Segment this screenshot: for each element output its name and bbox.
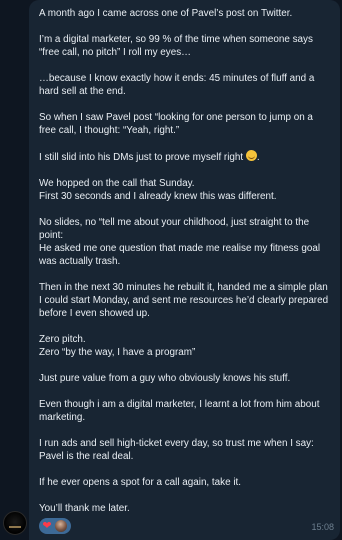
reactor-avatar xyxy=(55,520,67,532)
message-paragraph-10: Just pure value from a guy who obviously… xyxy=(39,373,291,384)
message-paragraph-8: Then in the next 30 minutes he rebuilt i… xyxy=(39,282,329,319)
message-paragraph-7: No slides, no “tell me about your childh… xyxy=(39,217,321,267)
message-footer: ❤ 15:08 xyxy=(39,518,334,534)
message-paragraph-1: A month ago I came across one of Pavel’s… xyxy=(39,8,293,19)
message-paragraph-2: I’m a digital marketer, so 99 % of the t… xyxy=(39,34,313,58)
message-paragraph-3: …because I know exactly how it ends: 45 … xyxy=(39,73,315,97)
smirk-emoji-icon xyxy=(245,150,257,161)
message-paragraph-6: We hopped on the call that Sunday. First… xyxy=(39,178,277,202)
message-paragraph-9: Zero pitch. Zero “by the way, I have a p… xyxy=(39,334,196,358)
avatar-logo-mark xyxy=(9,526,21,528)
message-paragraph-13: If he ever opens a spot for a call again… xyxy=(39,477,242,488)
message-paragraph-4: So when I saw Pavel post “looking for on… xyxy=(39,112,313,136)
message-bubble[interactable]: A month ago I came across one of Pavel’s… xyxy=(29,0,340,540)
message-timestamp: 15:08 xyxy=(311,522,334,532)
sender-avatar[interactable] xyxy=(3,511,27,535)
heart-icon: ❤ xyxy=(42,520,52,532)
message-paragraph-5: I still slid into his DMs just to prove … xyxy=(39,150,260,163)
message-paragraph-14: You’ll thank me later. xyxy=(39,503,130,514)
message-paragraph-12: I run ads and sell high-ticket every day… xyxy=(39,438,314,462)
reaction-pill[interactable]: ❤ xyxy=(39,518,71,534)
message-paragraph-5-text: I still slid into his DMs just to prove … xyxy=(39,152,244,163)
message-paragraph-11: Even though i am a digital marketer, I l… xyxy=(39,399,320,423)
